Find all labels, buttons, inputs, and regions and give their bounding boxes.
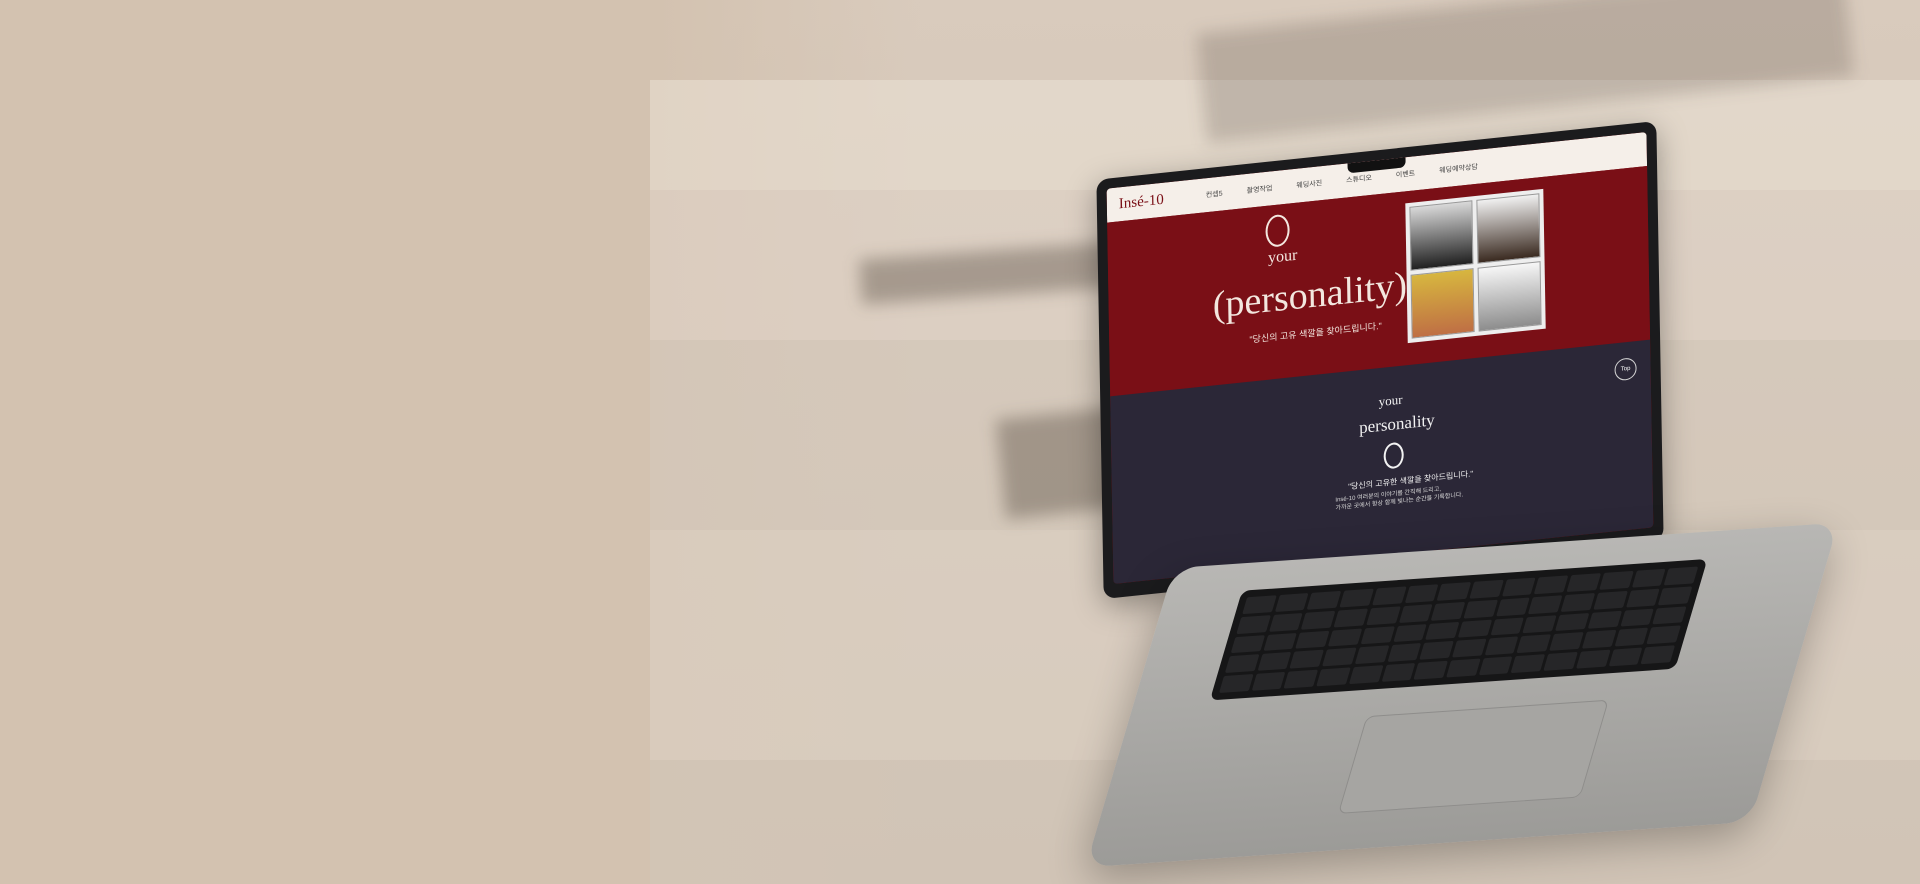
trackpad	[1337, 699, 1609, 814]
key	[1251, 672, 1286, 691]
key	[1431, 601, 1466, 621]
key	[1425, 621, 1460, 641]
dark-section-emblem-icon	[1383, 441, 1404, 470]
key	[1307, 590, 1342, 610]
key	[1510, 654, 1546, 674]
key	[1230, 634, 1265, 654]
key	[1224, 654, 1260, 674]
portrait-photo-2	[1476, 193, 1541, 264]
key	[1587, 610, 1622, 630]
nav-item-2[interactable]: 촬영작업	[1247, 183, 1273, 196]
portrait-photo-4	[1477, 261, 1542, 332]
key	[1322, 647, 1357, 667]
key	[1516, 634, 1552, 654]
key	[1631, 568, 1666, 588]
key	[1522, 614, 1557, 634]
key	[1663, 566, 1699, 586]
key	[1301, 610, 1336, 630]
key	[1469, 579, 1504, 599]
nav-item-6[interactable]: 웨딩예약상담	[1439, 162, 1478, 176]
portrait-grid	[1405, 188, 1546, 344]
nav-item-5[interactable]: 이벤트	[1396, 168, 1415, 180]
key	[1371, 586, 1407, 606]
key	[1501, 577, 1537, 597]
key	[1381, 663, 1416, 682]
key	[1451, 638, 1487, 658]
hero-large-title: (personality)	[1212, 264, 1408, 327]
key	[1268, 612, 1304, 632]
key	[1608, 647, 1643, 667]
key	[1457, 619, 1492, 638]
nav-item-1[interactable]: 컨셉5	[1206, 188, 1223, 200]
key	[1658, 586, 1693, 605]
key	[1560, 592, 1596, 612]
laptop-screen-frame: Insé-10 컨셉5 촬영작업 웨딩사진 스튜디오 이벤트 웨딩예약상담 yo…	[1096, 120, 1664, 600]
key	[1640, 645, 1676, 665]
key	[1446, 658, 1481, 678]
laptop-display: Insé-10 컨셉5 촬영작업 웨딩사진 스튜디오 이벤트 웨딩예약상담 yo…	[1106, 132, 1654, 585]
key	[1354, 645, 1389, 665]
key	[1263, 632, 1298, 652]
key	[1490, 617, 1525, 636]
key	[1555, 612, 1590, 632]
key	[1413, 660, 1448, 680]
key	[1218, 674, 1254, 693]
key	[1283, 669, 1319, 689]
key	[1646, 625, 1681, 645]
laptop-base	[1085, 522, 1839, 868]
key	[1339, 588, 1374, 608]
key	[1236, 614, 1271, 634]
keyboard	[1209, 558, 1708, 701]
key	[1289, 650, 1324, 669]
key	[1419, 641, 1454, 660]
key	[1625, 588, 1661, 608]
key	[1366, 606, 1401, 625]
key	[1316, 667, 1351, 687]
key	[1274, 593, 1309, 612]
key	[1614, 627, 1649, 647]
key	[1566, 573, 1601, 592]
key	[1543, 652, 1578, 671]
key	[1652, 605, 1687, 625]
key	[1392, 623, 1428, 643]
hero-quote: "당신의 고유 색깔을 찾아드립니다."	[1249, 320, 1382, 345]
key	[1295, 630, 1330, 650]
top-button[interactable]: Top	[1614, 357, 1637, 382]
portrait-photo-1	[1409, 200, 1474, 271]
site-logo[interactable]: Insé-10	[1119, 191, 1164, 213]
dark-section-small-title: your	[1378, 391, 1403, 410]
key	[1484, 636, 1519, 656]
key	[1478, 656, 1513, 676]
key	[1534, 575, 1569, 595]
key	[1599, 570, 1634, 590]
key	[1619, 608, 1655, 627]
key	[1495, 597, 1531, 617]
dark-section-large-title: personality	[1358, 410, 1435, 438]
nav-item-4[interactable]: 스튜디오	[1346, 173, 1372, 186]
brand-emblem-icon	[1265, 213, 1290, 248]
key	[1593, 590, 1628, 610]
key	[1436, 581, 1472, 601]
portrait-photo-3	[1410, 268, 1475, 339]
key	[1257, 652, 1292, 672]
hero-small-title: your	[1267, 246, 1298, 267]
key	[1348, 665, 1384, 685]
key	[1581, 630, 1616, 649]
key	[1398, 603, 1433, 623]
key	[1404, 584, 1439, 603]
key	[1528, 595, 1563, 614]
nav-item-3[interactable]: 웨딩사진	[1296, 178, 1322, 191]
key	[1549, 632, 1584, 652]
key	[1463, 599, 1498, 619]
key	[1333, 608, 1369, 628]
key	[1387, 643, 1422, 663]
key	[1575, 649, 1611, 669]
key	[1327, 628, 1363, 647]
key	[1242, 595, 1277, 614]
key	[1360, 625, 1395, 645]
